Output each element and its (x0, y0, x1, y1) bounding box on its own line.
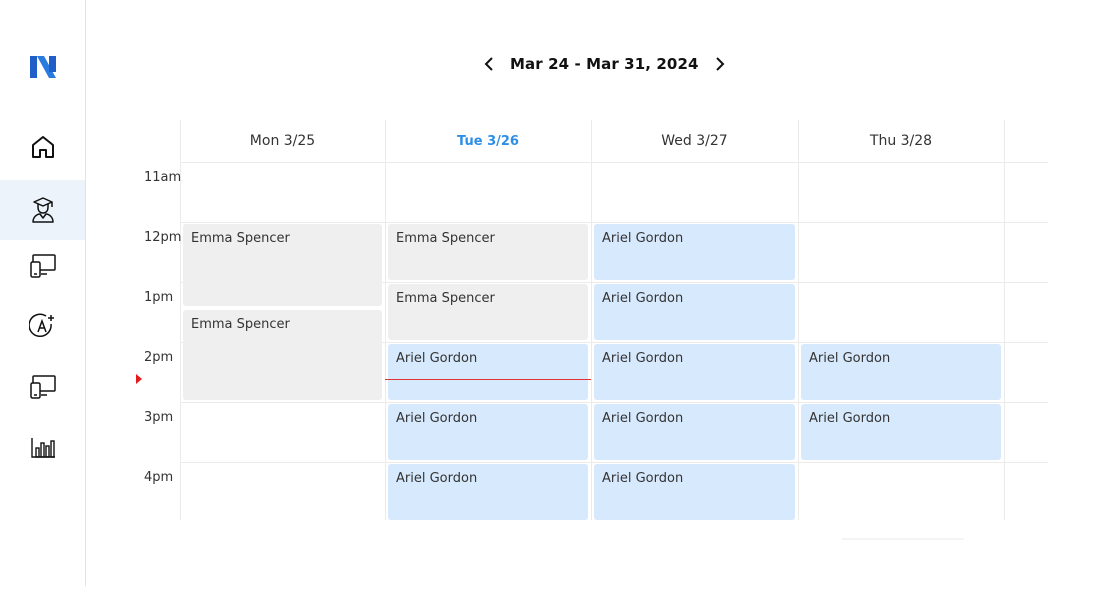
nav-add-account[interactable] (0, 296, 85, 356)
time-label: 4pm (144, 470, 174, 485)
grid-column-line (591, 120, 592, 520)
day-header[interactable]: Mon 3/25 (180, 120, 385, 162)
nav-students[interactable] (0, 180, 85, 240)
grid-row-line (180, 402, 1048, 403)
calendar-event[interactable]: Ariel Gordon (388, 344, 588, 400)
nav-home[interactable] (0, 117, 85, 177)
time-label: 2pm (144, 350, 174, 365)
calendar-event[interactable]: Ariel Gordon (594, 464, 795, 520)
devices-alt-icon (29, 375, 56, 399)
day-header[interactable]: Thu 3/28 (798, 120, 1004, 162)
chevron-left-icon (484, 57, 493, 71)
calendar-event[interactable]: Emma Spencer (388, 284, 588, 340)
calendar-event[interactable]: Ariel Gordon (594, 404, 795, 460)
next-week-button[interactable] (711, 52, 729, 76)
current-time-line (385, 379, 591, 381)
week-navigator: Mar 24 - Mar 31, 2024 (480, 52, 729, 76)
home-icon (31, 136, 54, 158)
calendar-event[interactable]: Emma Spencer (183, 309, 382, 400)
nav-devices-alt[interactable] (0, 356, 85, 416)
week-range-label: Mar 24 - Mar 31, 2024 (510, 55, 699, 73)
grid-row-line (180, 162, 1048, 163)
calendar-event[interactable]: Emma Spencer (388, 224, 588, 280)
calendar-event[interactable]: Ariel Gordon (801, 404, 1001, 460)
time-label: 3pm (144, 410, 174, 425)
sidebar (0, 0, 86, 586)
scroll-indicator (842, 538, 964, 540)
nav-reports[interactable] (0, 417, 85, 477)
grid-column-line (1004, 120, 1005, 520)
calendar-event[interactable]: Ariel Gordon (594, 224, 795, 280)
student-icon (31, 197, 54, 223)
chevron-right-icon (715, 57, 724, 71)
time-label: 1pm (144, 290, 174, 305)
calendar-event[interactable]: Ariel Gordon (388, 404, 588, 460)
add-account-icon (28, 313, 54, 338)
time-label: 12pm (144, 230, 182, 245)
grid-row-line (180, 222, 1048, 223)
time-label: 11am (144, 170, 182, 185)
bar-chart-icon (30, 438, 55, 458)
current-time-marker (136, 374, 142, 385)
brand-logo-icon[interactable] (28, 52, 58, 80)
grid-column-line (385, 120, 386, 520)
previous-week-button[interactable] (480, 52, 498, 76)
nav-devices[interactable] (0, 235, 85, 295)
grid-row-line (180, 462, 1048, 463)
day-header[interactable]: Wed 3/27 (591, 120, 798, 162)
calendar-event[interactable]: Ariel Gordon (594, 344, 795, 400)
calendar-event[interactable]: Ariel Gordon (388, 464, 588, 520)
grid-column-line (798, 120, 799, 520)
calendar-grid: Mon 3/25 Tue 3/26 Wed 3/27 Thu 3/28 11am 12pm… (136, 120, 1048, 520)
day-header[interactable]: Tue 3/26 (385, 120, 591, 162)
devices-icon (29, 254, 56, 278)
calendar-event[interactable]: Ariel Gordon (594, 284, 795, 340)
calendar-event[interactable]: Ariel Gordon (801, 344, 1001, 400)
calendar-event[interactable]: Emma Spencer (183, 224, 382, 306)
